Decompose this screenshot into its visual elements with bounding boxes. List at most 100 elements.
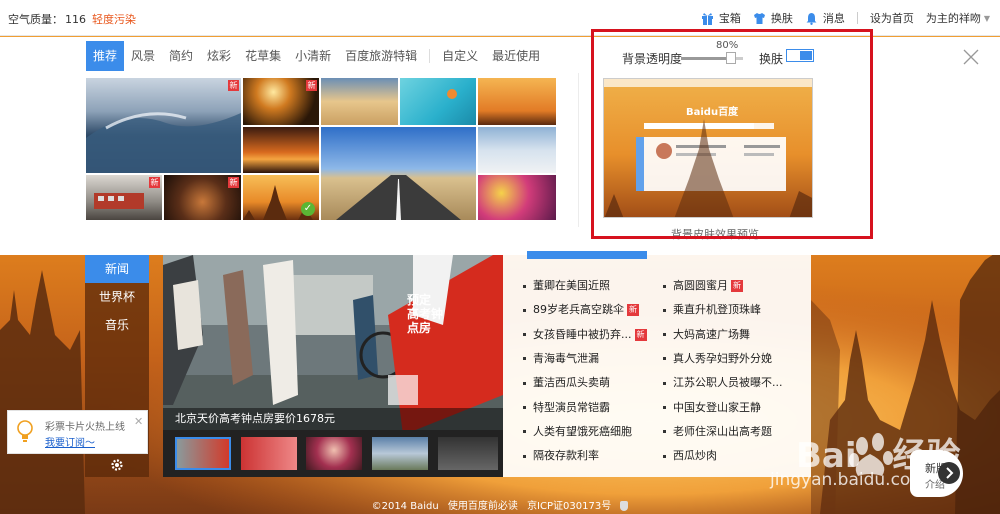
tab-custom[interactable]: 自定义 xyxy=(435,41,485,71)
headline-item[interactable]: 大妈高速广场舞 xyxy=(663,326,750,342)
tab-fresh[interactable]: 小清新 xyxy=(288,41,338,71)
headline-item[interactable]: 乘直升机登顶珠峰 xyxy=(663,301,761,317)
messages-link[interactable]: 消息 xyxy=(805,10,845,26)
photo-thumbnail[interactable] xyxy=(438,437,498,470)
skin-thumbnail-selected[interactable]: ✓ xyxy=(243,175,319,220)
photo-thumbnail[interactable] xyxy=(372,437,428,470)
bullet xyxy=(523,308,526,312)
lottery-title: 彩票卡片火热上线 xyxy=(45,422,125,433)
skin-thumbnail-grid: 新 新 新 新 ✓ xyxy=(86,78,556,220)
headline-item[interactable]: 董卿在美国近照 xyxy=(523,277,610,293)
tab-scenery[interactable]: 风景 xyxy=(124,41,162,71)
bullet xyxy=(523,430,526,434)
air-quality-level[interactable]: 轻度污染 xyxy=(92,13,136,26)
skin-thumbnail[interactable] xyxy=(321,127,476,220)
new-badge: 新 xyxy=(731,280,743,292)
skin-thumbnail[interactable] xyxy=(400,78,476,125)
bullet xyxy=(663,430,666,434)
skin-thumbnail[interactable] xyxy=(478,78,556,125)
headline-item[interactable]: 董洁西瓜头卖萌 xyxy=(523,374,610,390)
headline-item[interactable]: 真人秀孕妇野外分娩 xyxy=(663,350,772,366)
headline-item[interactable]: 特型演员常铠霸 xyxy=(523,399,610,415)
headline-item[interactable]: 89岁老兵高空跳伞新 xyxy=(523,301,639,317)
headline-item[interactable]: 女孩昏睡中被扔弃... 新 xyxy=(523,326,647,342)
headline-text: 乘直升机登顶珠峰 xyxy=(673,303,761,317)
skin-thumbnail[interactable] xyxy=(478,127,556,173)
photo-sign-text: 预定 高考钟点房 xyxy=(407,293,444,335)
treasure-box-link[interactable]: 宝箱 xyxy=(701,10,741,26)
tab-flowers[interactable]: 花草集 xyxy=(238,41,288,71)
tab-recommended[interactable]: 推荐 xyxy=(86,41,125,71)
headline-item[interactable]: 中国女登山家王静 xyxy=(663,399,761,415)
nav-world-cup[interactable]: 世界杯 xyxy=(85,283,149,311)
headline-item[interactable]: 江苏公职人员被曝不... xyxy=(663,374,783,390)
top-links: 宝箱 换肤 消息 设为首页 为主的祥吻 ▼ xyxy=(689,10,990,26)
skin-thumbnail[interactable]: 新 xyxy=(86,78,241,173)
air-quality-label: 空气质量： xyxy=(8,13,63,26)
headline-list: 董卿在美国近照 89岁老兵高空跳伞新女孩昏睡中被扔弃... 新青海毒气泄漏 董洁西瓜头… xyxy=(503,251,811,477)
set-homepage-link[interactable]: 设为首页 xyxy=(870,10,914,26)
skin-thumbnail[interactable]: 新 xyxy=(243,78,319,125)
air-quality[interactable]: 空气质量： 116 轻度污染 xyxy=(8,11,136,27)
lightbulb-icon xyxy=(16,419,34,443)
close-icon[interactable] xyxy=(962,48,980,66)
photo-thumbnail-strip xyxy=(163,430,503,477)
skin-thumbnail[interactable]: 新 xyxy=(86,175,162,220)
tab-simple[interactable]: 简约 xyxy=(162,41,200,71)
close-icon[interactable]: ✕ xyxy=(134,415,143,428)
skin-thumbnail[interactable]: 新 xyxy=(164,175,241,220)
shield-icon[interactable] xyxy=(620,501,629,511)
change-skin-link[interactable]: 换肤 xyxy=(753,10,793,26)
bullet xyxy=(663,333,666,337)
headline-item[interactable]: 青海毒气泄漏 xyxy=(523,350,599,366)
photo-caption[interactable]: 北京天价高考钟点房要价1678元 xyxy=(163,408,503,430)
new-badge: 新 xyxy=(228,177,239,188)
check-icon: ✓ xyxy=(301,202,315,216)
chevron-down-icon: ▼ xyxy=(983,13,990,23)
new-badge: 新 xyxy=(149,177,160,188)
photo-thumbnail[interactable] xyxy=(306,437,362,470)
headline-item[interactable]: 高圆圆蜜月新 xyxy=(663,277,743,293)
new-badge: 新 xyxy=(634,328,647,341)
bullet xyxy=(663,284,666,288)
panel-divider xyxy=(578,73,579,227)
headline-text: 董洁西瓜头卖萌 xyxy=(533,376,610,390)
headline-text: 中国女登山家王静 xyxy=(673,400,761,414)
photo-thumbnail-selected[interactable] xyxy=(175,437,231,470)
bullet xyxy=(663,308,666,312)
headline-text: 青海毒气泄漏 xyxy=(533,351,599,365)
divider xyxy=(856,12,858,24)
tab-baidu-travel[interactable]: 百度旅游特辑 xyxy=(338,41,424,71)
username: 为主的祥吻 xyxy=(925,12,981,25)
new-version-intro-button[interactable]: 新版 介绍 xyxy=(910,450,963,497)
skin-thumbnail[interactable] xyxy=(478,175,556,220)
treasure-box-label: 宝箱 xyxy=(718,12,741,25)
headline-item[interactable]: 隔夜存款利率 xyxy=(523,447,599,463)
bullet xyxy=(523,357,526,361)
nav-music[interactable]: 音乐 xyxy=(85,311,149,339)
nav-news[interactable]: 新闻 xyxy=(85,255,149,283)
news-tab-indicator xyxy=(527,251,647,259)
terms-link[interactable]: 使用百度前必读 xyxy=(448,501,518,512)
headline-text: 特型演员常铠霸 xyxy=(533,400,610,414)
headline-item[interactable]: 老师住深山出高考题 xyxy=(663,423,772,439)
tab-recent[interactable]: 最近使用 xyxy=(485,41,547,71)
copyright: ©2014 Baidu xyxy=(371,501,439,512)
subscribe-link[interactable]: 我要订阅～ xyxy=(45,434,95,449)
bullet xyxy=(523,333,526,337)
tab-colorful[interactable]: 炫彩 xyxy=(200,41,238,71)
skin-thumbnail[interactable] xyxy=(321,78,398,125)
icp-link[interactable]: 京ICP证030173号 xyxy=(527,501,611,512)
headline-item[interactable]: 人类有望饿死癌细胞 xyxy=(523,423,632,439)
headline-item[interactable]: 西瓜炒肉 xyxy=(663,447,717,463)
bullet xyxy=(523,284,526,288)
bullet xyxy=(663,406,666,409)
air-quality-value: 116 xyxy=(65,13,86,26)
change-skin-label: 换肤 xyxy=(770,12,793,25)
lottery-card-notice: 彩票卡片火热上线 我要订阅～ ✕ xyxy=(7,410,148,454)
gear-icon[interactable] xyxy=(110,458,124,472)
watermark-url: jingyan.baidu.com xyxy=(770,470,927,490)
user-menu[interactable]: 为主的祥吻 ▼ xyxy=(926,10,990,26)
skin-thumbnail[interactable] xyxy=(243,127,319,173)
photo-thumbnail[interactable] xyxy=(241,437,297,470)
